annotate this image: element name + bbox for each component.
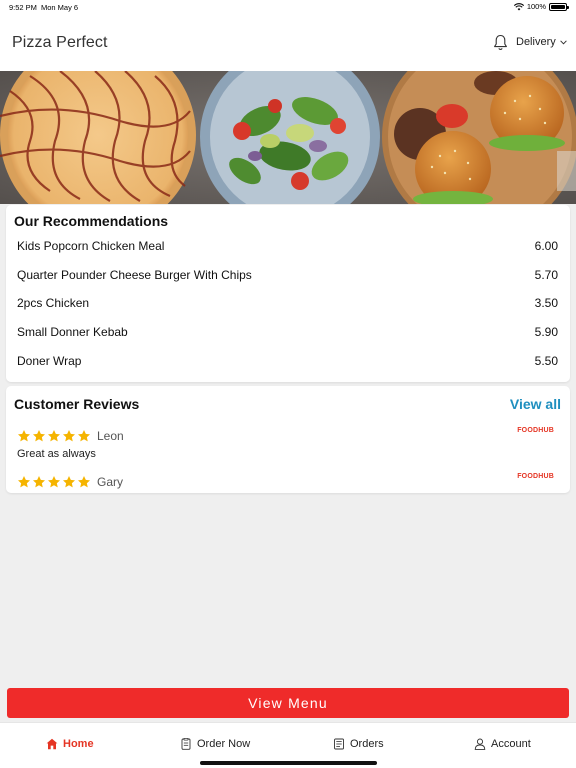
item-price: 5.70 (534, 268, 558, 282)
tab-label: Orders (350, 738, 384, 750)
tab-label: Home (63, 738, 94, 750)
recommendation-item[interactable]: Small Donner Kebab 5.90 (17, 325, 558, 343)
star-icon (32, 476, 46, 488)
user-icon (474, 738, 486, 750)
item-price: 3.50 (534, 296, 558, 310)
star-icon (47, 476, 61, 488)
star-icon (17, 430, 31, 442)
view-menu-button[interactable]: View Menu (7, 688, 569, 718)
bottom-tab-bar: Home Order Now Orders Account (0, 722, 576, 768)
view-all-link[interactable]: View all (510, 396, 561, 412)
recommendation-item[interactable]: Kids Popcorn Chicken Meal 6.00 (17, 239, 558, 257)
item-name: Doner Wrap (17, 354, 82, 368)
item-price: 5.90 (534, 325, 558, 339)
tab-account[interactable]: Account (474, 738, 531, 750)
star-icon (32, 430, 46, 442)
star-rating (17, 429, 91, 443)
food-banner-image (0, 71, 576, 204)
recommendations-title: Our Recommendations (14, 213, 169, 229)
recommendation-item[interactable]: 2pcs Chicken 3.50 (17, 296, 558, 314)
chevron-down-icon (559, 39, 567, 45)
star-icon (47, 430, 61, 442)
battery-percent: 100% (526, 2, 546, 11)
item-name: Small Donner Kebab (17, 325, 128, 339)
bell-icon[interactable] (493, 34, 508, 51)
hero-banner (0, 71, 576, 204)
tab-label: Account (491, 738, 531, 750)
star-icon (17, 476, 31, 488)
status-right: 100% (513, 2, 569, 11)
app-header: Pizza Perfect Delivery (0, 14, 576, 71)
reviewer-name: Leon (97, 429, 124, 443)
reviews-card: Customer Reviews View all Leon Great as … (6, 386, 570, 493)
tab-order-now[interactable]: Order Now (180, 738, 250, 750)
tab-label: Order Now (197, 738, 251, 750)
item-name: Kids Popcorn Chicken Meal (17, 239, 165, 253)
item-name: 2pcs Chicken (17, 296, 90, 310)
reviews-title: Customer Reviews (14, 396, 140, 412)
foodhub-logo: FOODHUB (517, 427, 554, 434)
item-price: 6.00 (534, 239, 558, 253)
status-time: 9:52 PM (9, 3, 37, 12)
review-comment: Great as always (17, 448, 96, 460)
item-name: Quarter Pounder Cheese Burger With Chips (17, 268, 252, 282)
star-icon (77, 476, 91, 488)
star-icon (77, 430, 91, 442)
reviewer-name: Gary (97, 475, 124, 489)
wifi-icon (513, 2, 524, 10)
delivery-selector[interactable]: Delivery (516, 36, 567, 48)
receipt-icon (334, 738, 344, 750)
home-icon (46, 738, 58, 750)
home-indicator (200, 761, 377, 765)
battery-icon (549, 2, 569, 11)
delivery-label: Delivery (516, 36, 556, 48)
star-rating (17, 475, 91, 489)
foodhub-logo: FOODHUB (517, 473, 554, 480)
status-date: Mon May 6 (41, 3, 79, 12)
star-icon (62, 430, 76, 442)
status-bar: 9:52 PM Mon May 6 100% (0, 0, 576, 14)
star-icon (62, 476, 76, 488)
order-icon (181, 738, 191, 750)
recommendation-item[interactable]: Doner Wrap 5.50 (17, 354, 558, 372)
recommendation-item[interactable]: Quarter Pounder Cheese Burger With Chips… (17, 268, 558, 286)
tab-home[interactable]: Home (46, 738, 94, 750)
item-price: 5.50 (534, 354, 558, 368)
restaurant-title: Pizza Perfect (12, 34, 108, 51)
tab-orders[interactable]: Orders (333, 738, 384, 750)
recommendations-card: Our Recommendations Kids Popcorn Chicken… (6, 205, 570, 382)
